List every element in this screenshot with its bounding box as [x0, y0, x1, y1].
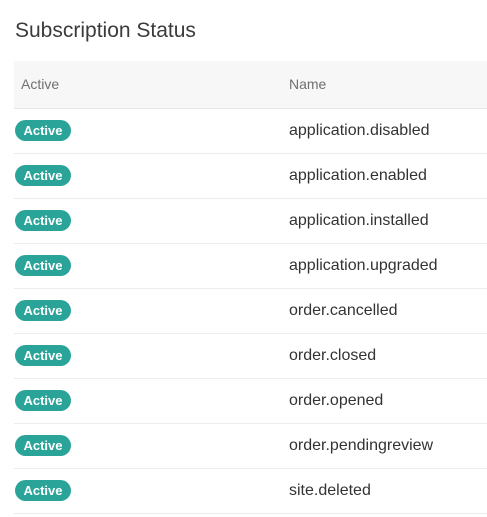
- status-badge: Active: [15, 435, 71, 456]
- subscription-name: order.pendingreview: [289, 437, 434, 454]
- status-badge: Active: [15, 480, 71, 501]
- table-row: Active order.closed: [14, 334, 487, 379]
- status-badge: Active: [15, 165, 71, 186]
- subscription-name: application.upgraded: [289, 257, 438, 274]
- table-header: Active Name: [14, 61, 487, 109]
- status-badge: Active: [15, 345, 71, 366]
- subscription-name: site.deleted: [289, 482, 371, 499]
- table-row: Active order.opened: [14, 379, 487, 424]
- subscription-name: order.closed: [289, 347, 377, 364]
- page-title: Subscription Status: [15, 19, 196, 42]
- status-badge: Active: [15, 300, 71, 321]
- status-badge: Active: [15, 210, 71, 231]
- table-row: Active site.deleted: [14, 469, 487, 514]
- column-header-name[interactable]: Name: [289, 61, 326, 108]
- column-header-active[interactable]: Active: [21, 61, 59, 108]
- table-row: Active application.installed: [14, 199, 487, 244]
- table-row: Active order.cancelled: [14, 289, 487, 334]
- status-badge: Active: [15, 390, 71, 411]
- subscription-name: order.cancelled: [289, 302, 398, 319]
- table-row: Active application.enabled: [14, 154, 487, 199]
- subscription-name: order.opened: [289, 392, 384, 409]
- subscription-name: application.installed: [289, 212, 429, 229]
- table-row: Active order.pendingreview: [14, 424, 487, 469]
- subscription-name: application.disabled: [289, 122, 430, 139]
- table-row: Active application.upgraded: [14, 244, 487, 289]
- status-badge: Active: [15, 255, 71, 276]
- status-badge: Active: [15, 120, 71, 141]
- subscription-table: Active Name Active application.disabled …: [14, 61, 487, 514]
- subscription-name: application.enabled: [289, 167, 427, 184]
- table-row: Active application.disabled: [14, 109, 487, 154]
